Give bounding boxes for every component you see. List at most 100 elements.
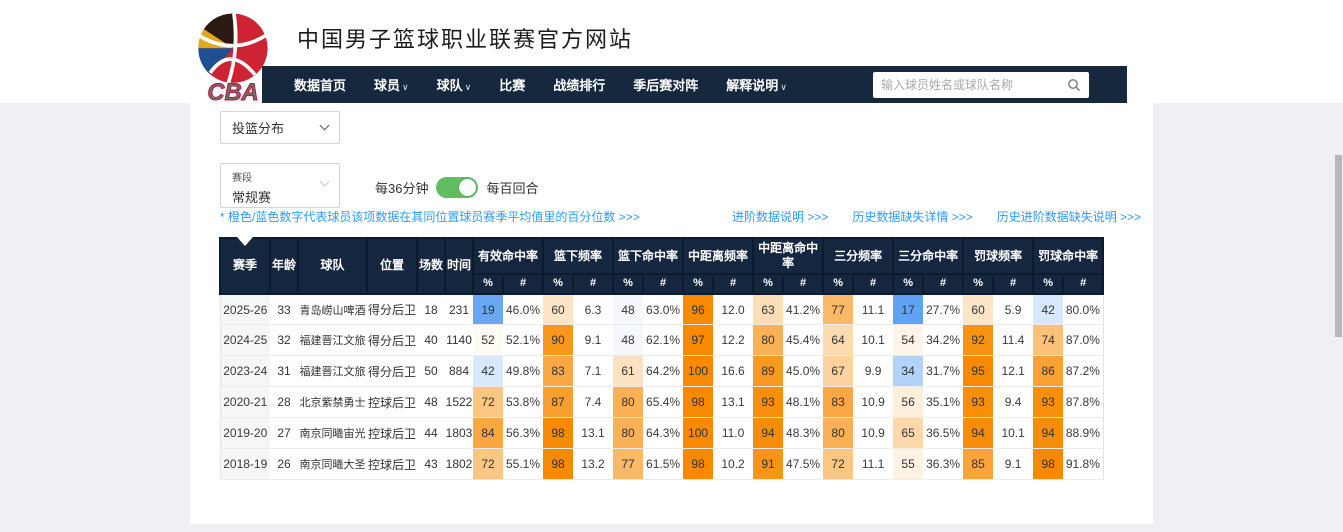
games-cell: 48 — [417, 387, 445, 418]
column-header-base-1[interactable]: 赛季 — [220, 238, 270, 294]
column-subheader-pct-1[interactable]: % — [473, 274, 503, 294]
value-cell: 48.3% — [783, 418, 823, 449]
column-header-base-3[interactable]: 球队 — [298, 238, 367, 294]
help-link-1[interactable]: 进阶数据说明 >>> — [732, 208, 828, 225]
column-subheader-pct-3[interactable]: % — [613, 274, 643, 294]
team-cell: 南京同曦宙光 — [298, 418, 367, 449]
value-cell: 9.9 — [853, 356, 893, 387]
nav-item-7[interactable]: 解释说明∨ — [726, 75, 787, 94]
column-header-group-6[interactable]: 三分频率 — [823, 238, 893, 274]
column-header-group-7[interactable]: 三分命中率 — [893, 238, 963, 274]
column-subheader-pct-4[interactable]: % — [683, 274, 713, 294]
value-cell: 36.3% — [923, 449, 963, 480]
value-cell: 88.9% — [1063, 418, 1103, 449]
value-cell: 13.1 — [713, 387, 753, 418]
nav-item-1[interactable]: 数据首页 — [294, 75, 346, 94]
value-cell: 53.8% — [503, 387, 543, 418]
percentile-cell: 60 — [963, 294, 993, 325]
cba-logo: CBA — [192, 8, 274, 103]
column-header-group-1[interactable]: 有效命中率 — [473, 238, 543, 274]
stage-select[interactable]: 赛段 常规赛 — [220, 163, 340, 208]
help-links: 进阶数据说明 >>> 历史数据缺失详情 >>> 历史进阶数据缺失说明 >>> — [732, 208, 1141, 225]
percentile-cell: 60 — [543, 294, 573, 325]
value-cell: 12.2 — [713, 325, 753, 356]
value-cell: 35.1% — [923, 387, 963, 418]
value-cell: 7.1 — [573, 356, 613, 387]
value-cell: 87.8% — [1063, 387, 1103, 418]
column-header-base-2[interactable]: 年龄 — [270, 238, 298, 294]
percentile-cell: 55 — [893, 449, 923, 480]
value-cell: 47.5% — [783, 449, 823, 480]
search-input[interactable] — [881, 78, 1067, 92]
column-subheader-num-4[interactable]: # — [713, 274, 753, 294]
column-header-group-8[interactable]: 罚球频率 — [963, 238, 1033, 274]
column-subheader-pct-2[interactable]: % — [543, 274, 573, 294]
value-cell: 12.1 — [993, 356, 1033, 387]
column-subheader-num-9[interactable]: # — [1063, 274, 1103, 294]
table-row: 2024-2532福建晋江文旅得分后卫4011405252.1%909.1486… — [220, 325, 1103, 356]
percentile-cell: 98 — [683, 387, 713, 418]
column-header-base-6[interactable]: 时间 — [445, 238, 473, 294]
percentile-legend-note[interactable]: * 橙色/蓝色数字代表球员该项数据在其同位置球员赛季平均值里的百分位数 >>> — [220, 208, 640, 225]
value-cell: 41.2% — [783, 294, 823, 325]
age-cell: 26 — [270, 449, 298, 480]
column-header-group-9[interactable]: 罚球命中率 — [1033, 238, 1103, 274]
value-cell: 11.1 — [853, 449, 893, 480]
percentile-cell: 98 — [1033, 449, 1063, 480]
search-box[interactable] — [873, 72, 1089, 98]
value-cell: 10.1 — [853, 325, 893, 356]
nav-item-2[interactable]: 球员∨ — [374, 75, 409, 94]
nav-item-3[interactable]: 球队∨ — [437, 75, 472, 94]
column-header-group-3[interactable]: 篮下命中率 — [613, 238, 683, 274]
percentile-cell: 96 — [683, 294, 713, 325]
column-subheader-num-1[interactable]: # — [503, 274, 543, 294]
help-link-3[interactable]: 历史进阶数据缺失说明 >>> — [997, 208, 1141, 225]
content-panel: 投篮分布 赛段 常规赛 每36分钟 每百回合 * 橙色/蓝色数字代表球员该项数据… — [190, 103, 1153, 524]
percentile-cell: 97 — [683, 325, 713, 356]
column-header-base-5[interactable]: 场数 — [417, 238, 445, 294]
column-header-group-4[interactable]: 中距离频率 — [683, 238, 753, 274]
column-subheader-pct-7[interactable]: % — [893, 274, 923, 294]
season-cell: 2020-21 — [220, 387, 270, 418]
value-cell: 7.4 — [573, 387, 613, 418]
games-cell: 44 — [417, 418, 445, 449]
games-cell: 18 — [417, 294, 445, 325]
column-subheader-pct-9[interactable]: % — [1033, 274, 1063, 294]
value-cell: 10.1 — [993, 418, 1033, 449]
value-cell: 65.4% — [643, 387, 683, 418]
percentile-cell: 92 — [963, 325, 993, 356]
nav-item-5[interactable]: 战绩排行 — [553, 75, 605, 94]
table-row: 2020-2128北京紫禁勇士控球后卫4815227253.8%877.4806… — [220, 387, 1103, 418]
column-header-base-4[interactable]: 位置 — [367, 238, 417, 294]
nav-item-6[interactable]: 季后赛对阵 — [633, 75, 698, 94]
stat-category-value: 投篮分布 — [232, 118, 284, 137]
value-cell: 31.7% — [923, 356, 963, 387]
search-icon[interactable] — [1067, 78, 1081, 92]
percentile-cell: 98 — [683, 449, 713, 480]
column-subheader-pct-5[interactable]: % — [753, 274, 783, 294]
per-mode-toggle[interactable] — [436, 177, 478, 198]
value-cell: 9.1 — [573, 325, 613, 356]
value-cell: 10.9 — [853, 418, 893, 449]
column-subheader-num-7[interactable]: # — [923, 274, 963, 294]
column-subheader-num-8[interactable]: # — [993, 274, 1033, 294]
column-subheader-num-3[interactable]: # — [643, 274, 683, 294]
percentile-cell: 80 — [823, 418, 853, 449]
column-subheader-pct-8[interactable]: % — [963, 274, 993, 294]
column-subheader-num-2[interactable]: # — [573, 274, 613, 294]
column-header-group-2[interactable]: 篮下频率 — [543, 238, 613, 274]
column-subheader-num-6[interactable]: # — [853, 274, 893, 294]
chevron-down-icon — [320, 121, 330, 131]
nav-item-4[interactable]: 比赛 — [499, 75, 525, 94]
percentile-cell: 94 — [963, 418, 993, 449]
help-link-2[interactable]: 历史数据缺失详情 >>> — [852, 208, 972, 225]
value-cell: 11.0 — [713, 418, 753, 449]
team-cell: 青岛崂山啤酒 — [298, 294, 367, 325]
scrollbar-thumb[interactable] — [1335, 155, 1342, 337]
percentile-cell: 85 — [963, 449, 993, 480]
stat-category-select[interactable]: 投篮分布 — [220, 111, 340, 144]
value-cell: 5.9 — [993, 294, 1033, 325]
column-header-group-5[interactable]: 中距离命中率 — [753, 238, 823, 274]
column-subheader-num-5[interactable]: # — [783, 274, 823, 294]
column-subheader-pct-6[interactable]: % — [823, 274, 853, 294]
